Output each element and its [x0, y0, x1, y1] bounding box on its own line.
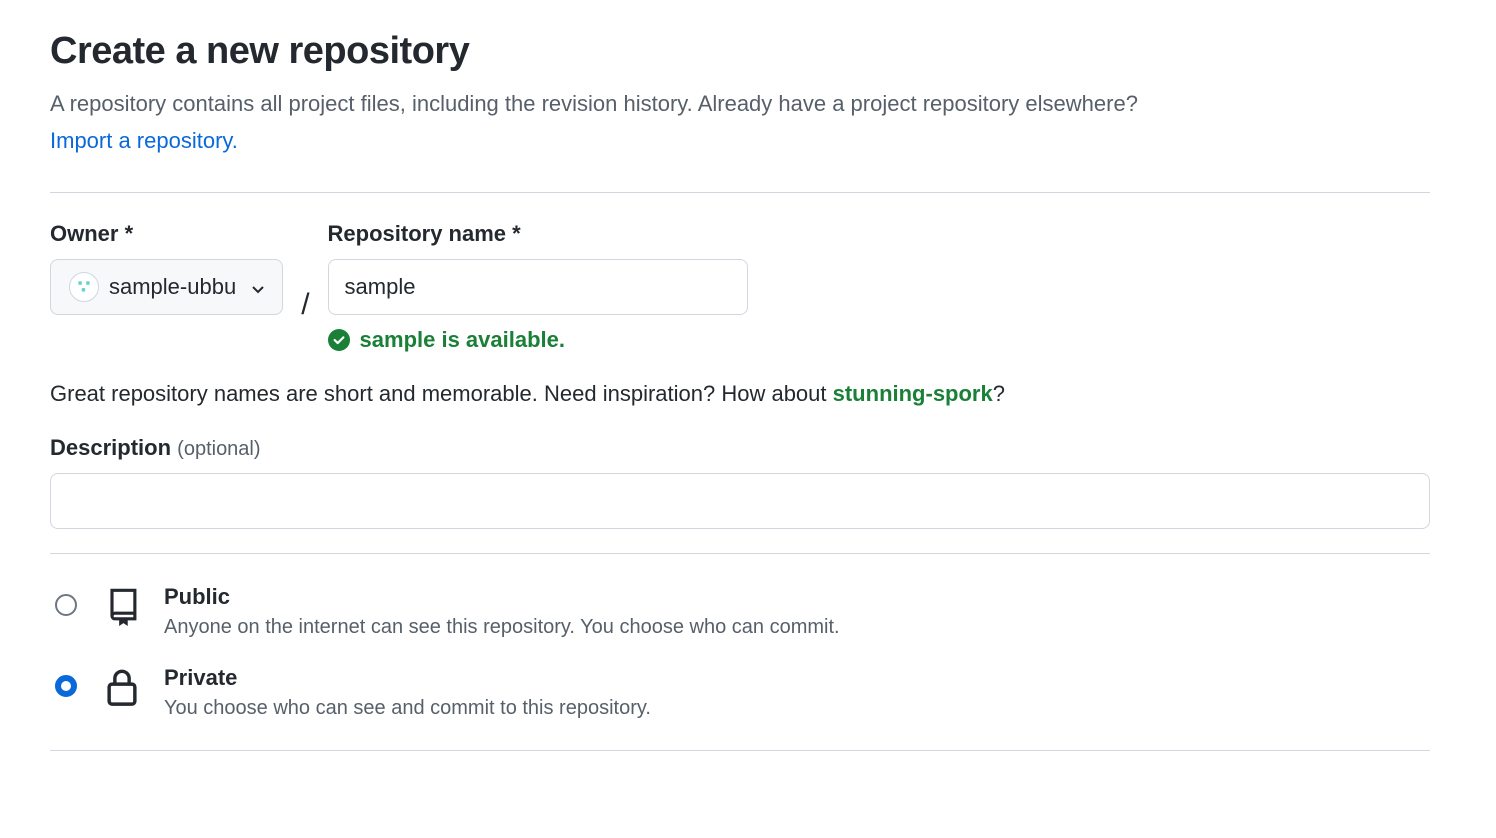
owner-select-button[interactable]: sample-ubbu	[50, 259, 283, 315]
availability-message: sample is available.	[328, 327, 748, 353]
visibility-private-radio[interactable]	[55, 675, 77, 697]
hint-suffix: ?	[993, 381, 1005, 406]
visibility-private-text: Private You choose who can see and commi…	[164, 665, 651, 720]
hint-prefix: Great repository names are short and mem…	[50, 381, 833, 406]
repository-name-field: Repository name * sample is available.	[328, 221, 748, 353]
divider	[50, 553, 1430, 554]
description-optional-text: (optional)	[177, 438, 260, 460]
lock-icon	[102, 667, 142, 707]
owner-field: Owner * sample-ubbu	[50, 221, 283, 315]
page-title: Create a new repository	[50, 30, 1430, 73]
visibility-public-title: Public	[164, 584, 840, 610]
visibility-group: Public Anyone on the internet can see th…	[50, 578, 1430, 726]
repository-name-input[interactable]	[328, 259, 748, 315]
visibility-public-sub: Anyone on the internet can see this repo…	[164, 616, 840, 639]
import-repository-link[interactable]: Import a repository.	[50, 128, 238, 154]
description-label: Description (optional)	[50, 435, 1430, 461]
owner-selected-value: sample-ubbu	[109, 274, 236, 300]
visibility-private-title: Private	[164, 665, 651, 691]
availability-text: sample is available.	[360, 327, 565, 353]
create-repository-form: Create a new repository A repository con…	[50, 30, 1430, 751]
caret-down-icon	[252, 274, 264, 300]
slash-separator: /	[301, 288, 309, 322]
divider	[50, 750, 1430, 751]
name-hint: Great repository names are short and mem…	[50, 381, 1430, 407]
owner-label: Owner *	[50, 221, 283, 247]
name-suggestion-link[interactable]: stunning-spork	[833, 381, 993, 406]
check-circle-icon	[328, 329, 350, 351]
owner-name-row: Owner * sample-ubbu / Repository name * …	[50, 221, 1430, 353]
repo-public-icon	[102, 586, 142, 626]
visibility-private-option[interactable]: Private You choose who can see and commi…	[50, 665, 1430, 720]
visibility-public-option[interactable]: Public Anyone on the internet can see th…	[50, 584, 1430, 639]
page-subheading: A repository contains all project files,…	[50, 87, 1430, 120]
description-input[interactable]	[50, 473, 1430, 529]
visibility-private-sub: You choose who can see and commit to thi…	[164, 697, 651, 720]
repository-name-label: Repository name *	[328, 221, 748, 247]
owner-avatar-icon	[69, 272, 99, 302]
visibility-public-radio[interactable]	[55, 594, 77, 616]
visibility-public-text: Public Anyone on the internet can see th…	[164, 584, 840, 639]
divider	[50, 192, 1430, 193]
description-label-text: Description	[50, 435, 171, 460]
